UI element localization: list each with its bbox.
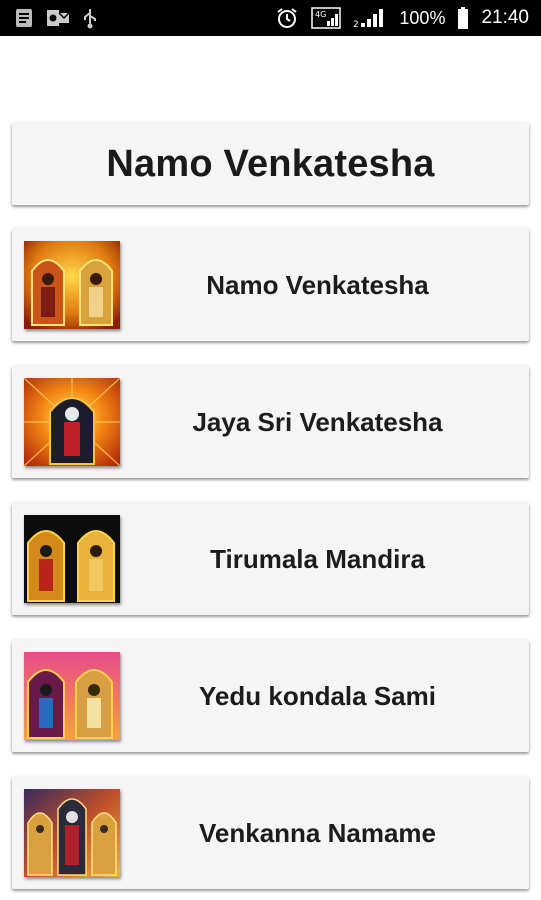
list-item-label: Tirumala Mandira: [210, 543, 425, 574]
notification-icon: [14, 7, 34, 29]
usb-icon: [82, 7, 98, 29]
signal-4g-icon: 4G: [311, 6, 342, 30]
list-item-namo-venkatesha[interactable]: Namo Venkatesha: [12, 229, 529, 341]
deity-image-5: [24, 789, 120, 877]
battery-icon: [457, 6, 469, 30]
list-item-label: Venkanna Namame: [198, 817, 436, 848]
list-item-label: Namo Venkatesha: [206, 269, 429, 300]
list-item-tirumala-mandira[interactable]: Tirumala Mandira: [12, 503, 529, 615]
signal-bars-icon: 2: [353, 6, 387, 30]
list-item-label: Jaya Sri Venkatesha: [192, 406, 443, 437]
header-card: Namo Venkatesha: [12, 123, 529, 205]
svg-text:2: 2: [353, 20, 359, 30]
clock: 21:40: [481, 7, 529, 28]
alarm-icon: [275, 6, 299, 30]
svg-text:4G: 4G: [315, 10, 326, 19]
status-bar-left: [14, 7, 98, 29]
outlook-icon: [46, 8, 70, 28]
deity-image-2: [24, 378, 120, 466]
status-bar-right: 4G 2 100% 21:40: [275, 6, 529, 30]
page-title: Namo Venkatesha: [106, 142, 435, 185]
battery-percent: 100%: [399, 7, 446, 28]
deity-image-1: [24, 241, 120, 329]
list-item-label: Yedu kondala Sami: [199, 680, 436, 711]
status-bar: 4G 2 100% 21:40: [0, 0, 541, 36]
list-item-yedu-kondala-sami[interactable]: Yedu kondala Sami: [12, 640, 529, 752]
list-item-venkanna-namame[interactable]: Venkanna Namame: [12, 777, 529, 889]
deity-image-3: [24, 515, 120, 603]
deity-image-4: [24, 652, 120, 740]
list-item-jaya-sri-venkatesha[interactable]: Jaya Sri Venkatesha: [12, 366, 529, 478]
